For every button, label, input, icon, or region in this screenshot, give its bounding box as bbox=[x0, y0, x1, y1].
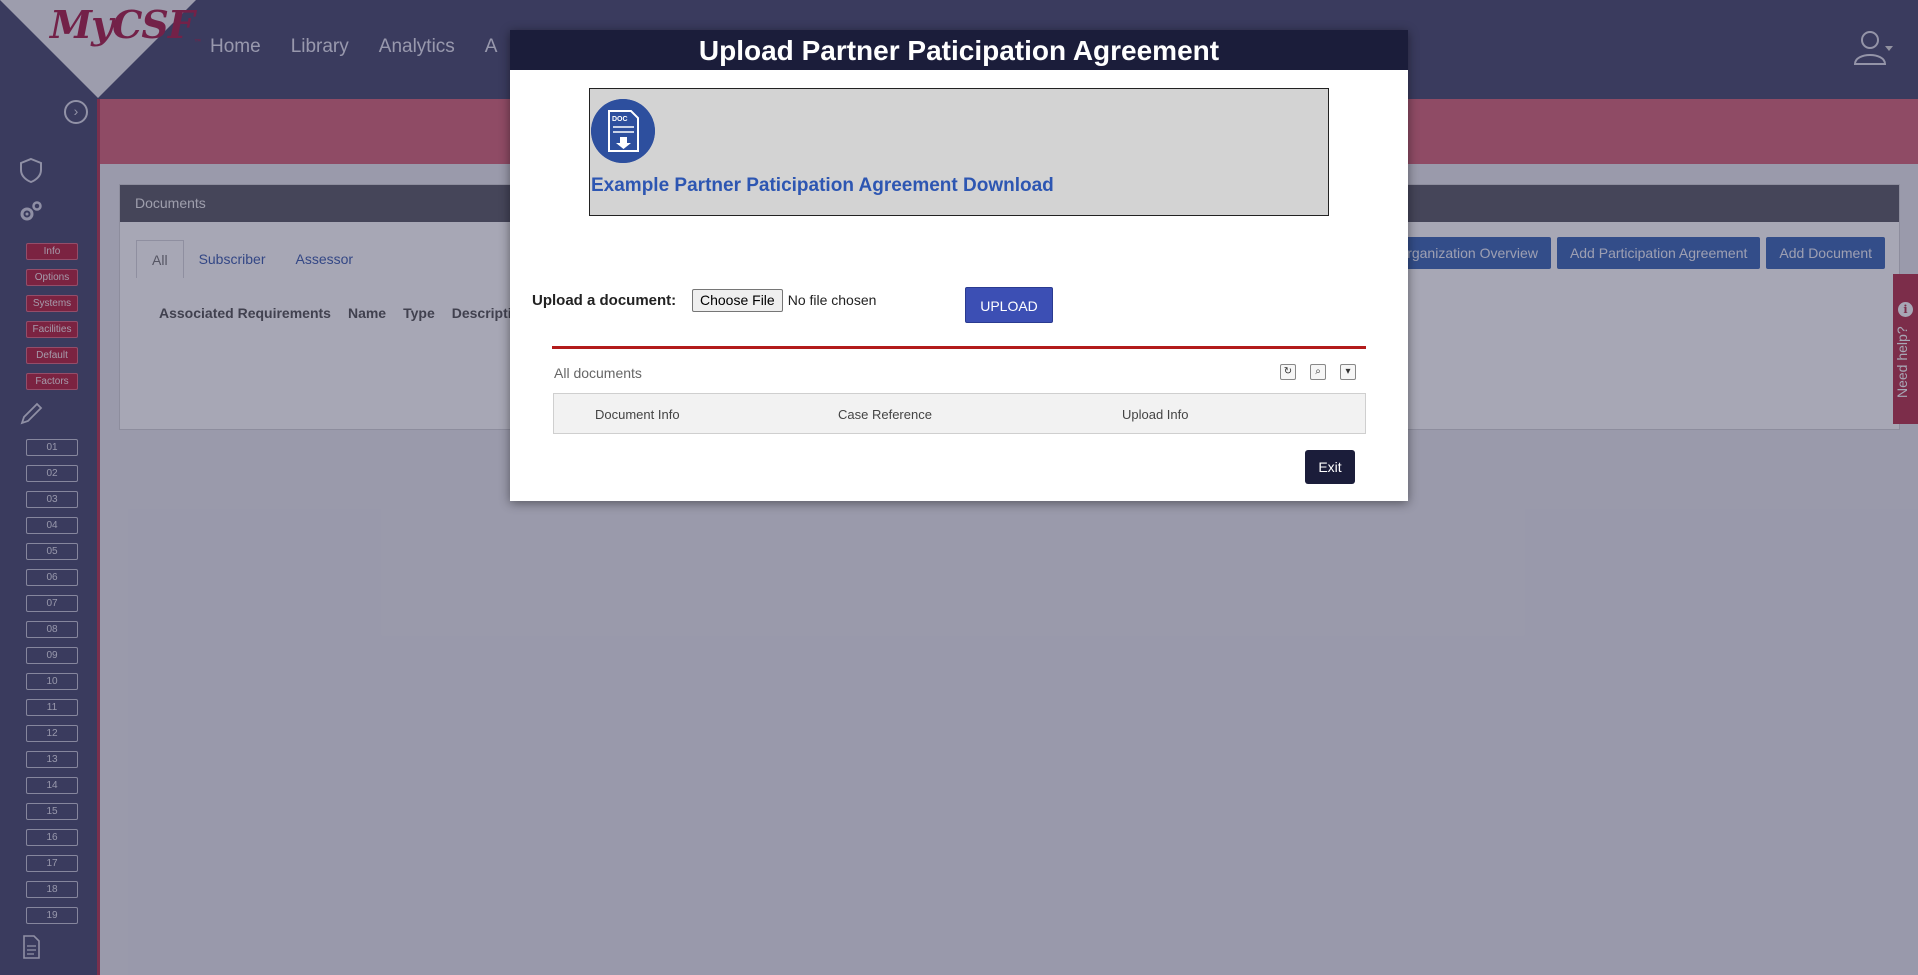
col-upload-info[interactable]: Upload Info bbox=[1122, 407, 1189, 422]
grid-toolbar: ↻ ⌕ ▾ bbox=[1280, 364, 1356, 380]
example-download-box: DOC Example Partner Paticipation Agreeme… bbox=[589, 88, 1329, 216]
documents-grid-header: Document Info Case Reference Upload Info bbox=[553, 393, 1366, 434]
chevron-down-icon[interactable]: ▾ bbox=[1340, 364, 1356, 380]
modal-title: Upload Partner Paticipation Agreement bbox=[510, 30, 1408, 70]
upload-label: Upload a document: bbox=[532, 291, 677, 309]
col-case-reference[interactable]: Case Reference bbox=[838, 407, 932, 422]
example-download-link[interactable]: Example Partner Paticipation Agreement D… bbox=[591, 175, 1054, 197]
refresh-icon[interactable]: ↻ bbox=[1280, 364, 1296, 380]
exit-button[interactable]: Exit bbox=[1305, 450, 1355, 484]
upload-row: Upload a document: Choose File No file c… bbox=[532, 288, 876, 312]
all-documents-title: All documents bbox=[554, 365, 642, 381]
doc-icon-label: DOC bbox=[612, 116, 628, 123]
choose-file-button[interactable]: Choose File bbox=[692, 288, 783, 312]
section-divider bbox=[552, 346, 1366, 349]
col-document-info[interactable]: Document Info bbox=[595, 407, 680, 422]
doc-download-icon[interactable]: DOC bbox=[591, 99, 655, 163]
file-status-text: No file chosen bbox=[787, 292, 877, 308]
search-icon[interactable]: ⌕ bbox=[1310, 364, 1326, 380]
upload-agreement-modal: Upload Partner Paticipation Agreement DO… bbox=[510, 30, 1408, 501]
upload-button[interactable]: UPLOAD bbox=[965, 287, 1053, 323]
